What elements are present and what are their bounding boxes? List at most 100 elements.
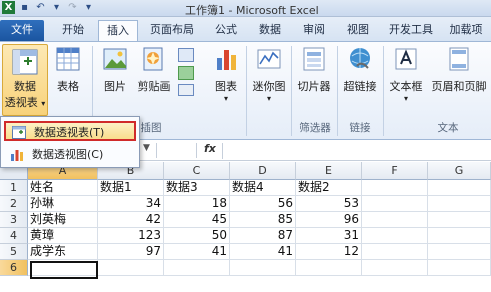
tab-page-layout[interactable]: 页面布局 — [143, 20, 201, 41]
cell-f5[interactable] — [362, 244, 428, 260]
cell-g2[interactable] — [428, 196, 491, 212]
group-label-filter: 筛选器 — [299, 122, 331, 134]
chart-icon — [213, 46, 239, 72]
divider — [196, 143, 197, 158]
redo-icon[interactable]: ↷ — [66, 1, 79, 14]
tab-developer[interactable]: 开发工具 — [383, 20, 439, 41]
sparkline-label: 迷你图 — [252, 80, 286, 93]
column-header-c[interactable]: C — [164, 162, 230, 180]
cell-b5[interactable]: 97 — [98, 244, 164, 260]
cell-e5[interactable]: 12 — [296, 244, 362, 260]
cell-d4[interactable]: 87 — [230, 228, 296, 244]
cell-f3[interactable] — [362, 212, 428, 228]
cell-d1[interactable]: 数据4 — [230, 180, 296, 196]
cell-e3[interactable]: 96 — [296, 212, 362, 228]
divider — [156, 143, 157, 158]
pivot-table-dropdown-menu: 数据透视表(T) 数据透视图(C) — [0, 116, 140, 168]
title-bar: X ▪ ↶ ▾ ↷ ▾ 工作簿1 - Microsoft Excel — [0, 0, 491, 17]
cell-d3[interactable]: 85 — [230, 212, 296, 228]
chevron-down-icon[interactable]: ▾ — [82, 1, 95, 14]
cell-d6[interactable] — [230, 260, 296, 276]
row-header-2[interactable]: 2 — [0, 196, 28, 212]
header-footer-button[interactable]: 页眉和页脚 — [428, 46, 490, 94]
tab-home[interactable]: 开始 — [52, 20, 94, 41]
cell-e6[interactable] — [296, 260, 362, 276]
menu-item-pivot-chart[interactable]: 数据透视图(C) — [4, 145, 136, 165]
cell-c5[interactable]: 41 — [164, 244, 230, 260]
cell-f2[interactable] — [362, 196, 428, 212]
smartart-icon[interactable] — [178, 66, 194, 80]
cell-c6[interactable] — [164, 260, 230, 276]
slicer-label: 切片器 — [297, 80, 331, 93]
save-icon[interactable]: ▪ — [18, 1, 31, 14]
slicer-button[interactable]: 切片器 — [294, 46, 334, 94]
cell-b4[interactable]: 123 — [98, 228, 164, 244]
cell-g6[interactable] — [428, 260, 491, 276]
cell-e4[interactable]: 31 — [296, 228, 362, 244]
cell-b2[interactable]: 34 — [98, 196, 164, 212]
clipart-button[interactable]: 剪贴画 — [134, 46, 174, 94]
group-separator — [337, 46, 338, 136]
formula-input[interactable] — [222, 143, 488, 159]
group-label-links: 链接 — [349, 122, 371, 134]
cell-f6[interactable] — [362, 260, 428, 276]
cell-c1[interactable]: 数据3 — [164, 180, 230, 196]
tab-review[interactable]: 审阅 — [294, 20, 334, 41]
cell-a1[interactable]: 姓名 — [28, 180, 98, 196]
shapes-icon[interactable] — [178, 48, 194, 62]
cell-g3[interactable] — [428, 212, 491, 228]
tab-insert[interactable]: 插入 — [98, 20, 138, 41]
cell-f4[interactable] — [362, 228, 428, 244]
insert-function-button[interactable]: fx — [204, 142, 216, 155]
cell-c4[interactable]: 50 — [164, 228, 230, 244]
cell-d5[interactable]: 41 — [230, 244, 296, 260]
row-header-4[interactable]: 4 — [0, 228, 28, 244]
cell-g4[interactable] — [428, 228, 491, 244]
column-header-f[interactable]: F — [362, 162, 428, 180]
cell-a3[interactable]: 刘英梅 — [28, 212, 98, 228]
row-header-5[interactable]: 5 — [0, 244, 28, 260]
table-button[interactable]: 表格 — [50, 46, 86, 94]
cell-g5[interactable] — [428, 244, 491, 260]
tab-view[interactable]: 视图 — [338, 20, 378, 41]
cell-f1[interactable] — [362, 180, 428, 196]
tab-data[interactable]: 数据 — [250, 20, 290, 41]
row-header-3[interactable]: 3 — [0, 212, 28, 228]
undo-icon[interactable]: ↶ — [34, 1, 47, 14]
sparkline-button[interactable]: 迷你图 ▾ — [250, 46, 288, 103]
clipart-icon — [141, 46, 167, 72]
cell-c3[interactable]: 45 — [164, 212, 230, 228]
excel-logo-icon[interactable]: X — [2, 1, 15, 14]
pivot-table-button[interactable]: 数据 透视表 ▾ — [2, 44, 48, 116]
tab-addins[interactable]: 加载项 — [443, 20, 489, 41]
column-header-d[interactable]: D — [230, 162, 296, 180]
worksheet-grid: ABCDEFG 123456 姓名 数据1 数据3 数据4 数据2 孙琳 34 18 56 53 刘… — [0, 162, 491, 292]
picture-icon — [102, 46, 128, 72]
cell-c2[interactable]: 18 — [164, 196, 230, 212]
table-icon — [55, 46, 81, 72]
column-header-g[interactable]: G — [428, 162, 491, 180]
row-header-6[interactable]: 6 — [0, 260, 28, 276]
cell-a2[interactable]: 孙琳 — [28, 196, 98, 212]
chevron-down-icon[interactable]: ▼ — [143, 143, 150, 153]
cell-e2[interactable]: 53 — [296, 196, 362, 212]
cell-b1[interactable]: 数据1 — [98, 180, 164, 196]
hyperlink-button[interactable]: 超链接 — [340, 46, 380, 94]
cell-a4[interactable]: 黄璋 — [28, 228, 98, 244]
cell-g1[interactable] — [428, 180, 491, 196]
picture-button[interactable]: 图片 — [98, 46, 132, 94]
cell-d2[interactable]: 56 — [230, 196, 296, 212]
menu-item-pivot-table[interactable]: 数据透视表(T) — [4, 121, 136, 141]
row-header-1[interactable]: 1 — [0, 180, 28, 196]
tab-file[interactable]: 文件 — [0, 20, 44, 41]
column-header-e[interactable]: E — [296, 162, 362, 180]
cell-a5[interactable]: 成学东 — [28, 244, 98, 260]
chevron-down-icon[interactable]: ▾ — [50, 1, 63, 14]
cell-b6[interactable] — [98, 260, 164, 276]
cell-b3[interactable]: 42 — [98, 212, 164, 228]
textbox-button[interactable]: 文本框 ▾ — [386, 46, 426, 103]
cell-e1[interactable]: 数据2 — [296, 180, 362, 196]
tab-formulas[interactable]: 公式 — [206, 20, 246, 41]
chart-button[interactable]: 图表 ▾ — [208, 46, 244, 103]
screenshot-icon[interactable] — [178, 84, 194, 96]
